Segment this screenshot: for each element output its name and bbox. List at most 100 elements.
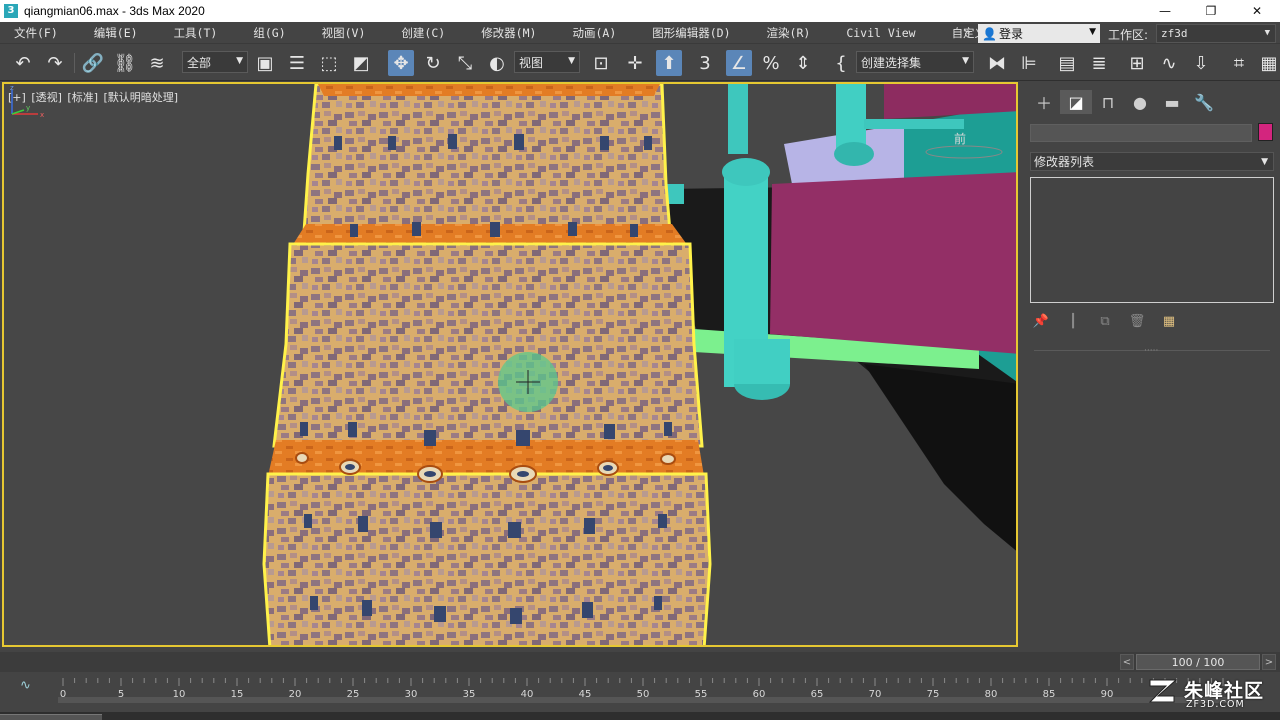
toggle-ribbon-icon[interactable]: ⊞: [1124, 50, 1150, 76]
angle-snap-icon[interactable]: ∠: [726, 50, 752, 76]
link-icon[interactable]: 🔗: [80, 50, 106, 76]
watermark-url: ZF3D.COM: [1186, 699, 1245, 710]
named-selection-dropdown[interactable]: 创建选择集 ▼: [856, 51, 974, 73]
frame-ruler[interactable]: 0 5 10 15 20 25 30 35 40 45 50 55 60 65 70 75 80 85 90: [58, 676, 1238, 706]
select-move-icon[interactable]: ✥: [388, 50, 414, 76]
menu-tools[interactable]: 工具(T): [174, 25, 218, 41]
material-editor-icon[interactable]: ⌗: [1226, 50, 1252, 76]
perspective-viewport[interactable]: [+] [透视] [标准] [默认明暗处理] 前 z x y: [2, 82, 1018, 647]
pin-stack-icon[interactable]: 📌: [1030, 312, 1052, 330]
menu-file[interactable]: 文件(F): [14, 25, 58, 41]
ruler-label: 80: [985, 689, 998, 700]
axis-y-label: y: [26, 104, 30, 112]
select-by-name-icon[interactable]: ☰: [284, 50, 310, 76]
unlink-icon[interactable]: ⛓: [112, 50, 138, 76]
percent-snap-icon[interactable]: %: [758, 50, 784, 76]
modifier-list-dropdown[interactable]: 修改器列表 ▼: [1030, 152, 1274, 171]
pivot-center-icon[interactable]: ⊡: [588, 50, 614, 76]
workspace-dropdown[interactable]: zf3d ▼: [1156, 24, 1276, 43]
viewport-standard-menu[interactable]: [标准]: [67, 91, 98, 104]
configure-modifier-sets-icon[interactable]: ▦: [1158, 312, 1180, 330]
curve-editor-icon[interactable]: ∿: [1156, 50, 1182, 76]
scene-explorer-icon[interactable]: ▤: [1054, 50, 1080, 76]
ruler-label: 55: [695, 689, 708, 700]
workspace-value: zf3d: [1161, 27, 1188, 40]
menu-rendering[interactable]: 渲染(R): [767, 25, 811, 41]
window-crossing-icon[interactable]: ◩: [348, 50, 374, 76]
utilities-tab-icon[interactable]: 🔧: [1188, 90, 1220, 114]
axis-x-label: x: [40, 111, 44, 119]
maxscript-listener-tab[interactable]: [0, 714, 102, 720]
object-color-swatch[interactable]: [1258, 123, 1273, 141]
spinner-snap-icon[interactable]: ⇕: [790, 50, 816, 76]
ruler-label: 90: [1101, 689, 1114, 700]
ruler-label: 65: [811, 689, 824, 700]
menu-edit[interactable]: 编辑(E): [94, 25, 138, 41]
viewcube-front-face[interactable]: 前: [954, 130, 966, 147]
modifier-stack[interactable]: [1030, 177, 1274, 303]
main-toolbar: ↶ ↷ 🔗 ⛓ ≋ 全部 ▼ ▣ ☰ ⬚ ◩ ✥ ↻ ⤡ ◐ 视图 ▼ ⊡ ✛ …: [0, 45, 1280, 81]
menu-modifiers[interactable]: 修改器(M): [481, 25, 536, 41]
layer-explorer-icon[interactable]: ≣: [1086, 50, 1112, 76]
ruler-label: 10: [173, 689, 186, 700]
chevron-down-icon: ▼: [962, 56, 969, 66]
render-setup-icon[interactable]: ▦: [1256, 50, 1280, 76]
menu-civil-view[interactable]: Civil View: [846, 26, 915, 40]
time-slider-next-icon[interactable]: >: [1262, 654, 1276, 670]
menu-animation[interactable]: 动画(A): [572, 25, 616, 41]
window-title: qiangmian06.max - 3ds Max 2020: [24, 4, 205, 18]
workspace-label: 工作区:: [1108, 28, 1149, 42]
object-name-field[interactable]: [1030, 124, 1252, 142]
make-unique-icon[interactable]: ⧉: [1094, 312, 1116, 330]
modify-tab-icon[interactable]: ◪: [1060, 90, 1092, 114]
user-icon: 👤: [982, 26, 997, 41]
bind-spacewarp-icon[interactable]: ≋: [144, 50, 170, 76]
show-end-result-icon[interactable]: ┃: [1062, 312, 1084, 330]
redo-icon[interactable]: ↷: [42, 50, 68, 76]
select-scale-icon[interactable]: ⤡: [452, 50, 478, 76]
schematic-view-icon[interactable]: ⇩: [1188, 50, 1214, 76]
maximize-button[interactable]: ❐: [1188, 0, 1234, 22]
mini-curve-editor-icon[interactable]: ∿: [20, 678, 31, 693]
keyboard-shortcut-override-icon[interactable]: ⬆: [656, 50, 682, 76]
time-slider-prev-icon[interactable]: <: [1120, 654, 1134, 670]
menu-group[interactable]: 组(G): [253, 25, 285, 41]
edit-named-selection-icon[interactable]: {: [828, 50, 854, 76]
menu-graph-editors[interactable]: 图形编辑器(D): [652, 25, 730, 41]
snaps-toggle-icon[interactable]: 3: [692, 50, 718, 76]
remove-modifier-icon[interactable]: 🗑: [1126, 312, 1148, 330]
undo-icon[interactable]: ↶: [10, 50, 36, 76]
login-dropdown[interactable]: 👤 登录 ▼: [978, 24, 1100, 43]
align-icon[interactable]: ⊫: [1016, 50, 1042, 76]
time-slider-counter[interactable]: 100 / 100: [1136, 654, 1260, 670]
time-slider[interactable]: [0, 652, 1280, 672]
selection-filter-dropdown[interactable]: 全部 ▼: [182, 51, 248, 73]
status-strip: [0, 712, 1280, 720]
ruler-label: 50: [637, 689, 650, 700]
scene-render: [262, 84, 1016, 645]
motion-tab-icon[interactable]: ●: [1124, 90, 1156, 114]
place-icon[interactable]: ◐: [484, 50, 510, 76]
select-object-icon[interactable]: ▣: [252, 50, 278, 76]
select-manipulate-icon[interactable]: ✛: [622, 50, 648, 76]
reference-coordinate-dropdown[interactable]: 视图 ▼: [514, 51, 580, 73]
close-button[interactable]: ✕: [1234, 0, 1280, 22]
menu-create[interactable]: 创建(C): [401, 25, 445, 41]
select-rotate-icon[interactable]: ↻: [420, 50, 446, 76]
viewport-shading-menu[interactable]: [默认明暗处理]: [104, 91, 179, 104]
stack-toolbar: 📌 ┃ ⧉ 🗑 ▦: [1030, 311, 1274, 331]
mirror-icon[interactable]: ⧓: [984, 50, 1010, 76]
login-label: 登录: [998, 27, 1023, 41]
chevron-down-icon: ▼: [1264, 28, 1270, 38]
menu-views[interactable]: 视图(V): [322, 25, 366, 41]
minimize-button[interactable]: —: [1142, 0, 1188, 22]
panel-grip-icon[interactable]: ·····: [1144, 346, 1158, 356]
hierarchy-tab-icon[interactable]: ⊓: [1092, 90, 1124, 114]
ruler-label: 30: [405, 689, 418, 700]
create-tab-icon[interactable]: ＋: [1028, 90, 1060, 114]
ruler-label: 20: [289, 689, 302, 700]
display-tab-icon[interactable]: ▬: [1156, 90, 1188, 114]
rectangular-selection-icon[interactable]: ⬚: [316, 50, 342, 76]
selection-filter-value: 全部: [187, 55, 212, 70]
menu-more-icon[interactable]: »: [964, 25, 971, 38]
